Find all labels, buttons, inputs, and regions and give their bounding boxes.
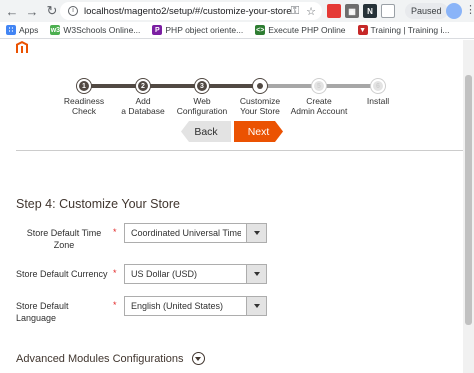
address-bar[interactable]: i localhost/magento2/setup/#/customize-y…	[60, 2, 322, 20]
back-button[interactable]: Back	[181, 121, 231, 142]
bookmark-label: Apps	[19, 25, 39, 35]
currency-label: Store Default Currency	[16, 269, 108, 279]
bookmark-label: Execute PHP Online	[268, 25, 346, 35]
required-marker: *	[113, 300, 117, 310]
bookmark-training[interactable]: ▼ Training | Training i...	[357, 25, 450, 35]
step-4-dot	[253, 79, 267, 93]
extension-square-icon[interactable]	[381, 4, 395, 18]
advanced-modules-section[interactable]: Advanced Modules Configurations	[16, 352, 205, 365]
language-select-value: English (United States)	[131, 301, 224, 311]
address-bar-url: localhost/magento2/setup/#/customize-you…	[84, 6, 292, 17]
training-icon: ▼	[357, 25, 368, 35]
info-icon[interactable]: i	[68, 6, 78, 16]
forward-arrow-icon[interactable]: →	[24, 3, 40, 19]
back-arrow-icon[interactable]: ←	[4, 3, 20, 19]
step-2-dot: 2	[136, 79, 150, 93]
language-select[interactable]: English (United States)	[124, 296, 267, 316]
next-button[interactable]: Next	[234, 121, 283, 142]
bookmark-apps[interactable]: ∷ Apps	[6, 25, 38, 35]
bookmarks-bar: ∷ Apps w3 W3Schools Online... P PHP obje…	[0, 22, 474, 39]
menu-dots-icon[interactable]: ⋮	[465, 3, 474, 16]
page-title: Step 4: Customize Your Store	[16, 197, 180, 211]
timezone-label-line: Zone	[53, 240, 75, 250]
step-6-label: Install	[343, 96, 413, 106]
divider	[16, 150, 463, 151]
language-label: Store Default Language	[16, 301, 69, 323]
w3schools-icon: w3	[50, 25, 61, 35]
currency-select[interactable]: US Dollar (USD)	[124, 264, 267, 284]
currency-select-value: US Dollar (USD)	[131, 269, 198, 279]
step-5-dot: 5	[312, 79, 326, 93]
required-marker: *	[113, 268, 117, 278]
page-viewport: 1 2 3 5 6 Readiness Check Add a Database…	[0, 40, 463, 373]
star-icon[interactable]: ☆	[304, 4, 318, 18]
step-label-line: Install	[366, 96, 390, 106]
dropdown-arrow-icon[interactable]	[246, 297, 266, 315]
timezone-label: Store Default Time Zone	[20, 227, 108, 251]
bookmark-php[interactable]: P PHP object oriente...	[152, 25, 243, 35]
apps-grid-icon: ∷	[6, 25, 16, 35]
extension-grid-icon[interactable]: ▦	[345, 4, 359, 18]
browser-toolbar: ← → ↻ i localhost/magento2/setup/#/custo…	[0, 0, 474, 22]
code-icon: <>	[255, 25, 266, 35]
step-6-dot: 6	[371, 79, 385, 93]
dropdown-arrow-icon[interactable]	[246, 224, 266, 242]
step-3-dot: 3	[195, 79, 209, 93]
url-host: localhost	[84, 5, 122, 17]
scrollbar-thumb[interactable]	[465, 75, 472, 325]
bookmark-w3schools[interactable]: w3 W3Schools Online...	[50, 25, 140, 35]
reload-icon[interactable]: ↻	[44, 3, 60, 19]
profile-status-button[interactable]: Paused	[405, 3, 448, 19]
magento-logo-icon	[16, 41, 28, 53]
step-1-dot: 1	[77, 79, 91, 93]
avatar[interactable]	[446, 3, 462, 19]
timezone-select-value: Coordinated Universal Time (	[131, 228, 241, 238]
extension-red-icon[interactable]	[327, 4, 341, 18]
required-marker: *	[113, 227, 117, 237]
bookmark-execute-php[interactable]: <> Execute PHP Online	[255, 25, 346, 35]
chevron-down-icon[interactable]	[191, 352, 205, 365]
bookmark-label: W3Schools Online...	[63, 25, 141, 35]
url-path: /magento2/setup/#/customize-your-store	[121, 5, 292, 17]
extension-n-icon[interactable]: N	[363, 4, 377, 18]
dropdown-arrow-icon[interactable]	[246, 265, 266, 283]
bookmark-label: PHP object oriente...	[165, 25, 244, 35]
timezone-select[interactable]: Coordinated Universal Time (	[124, 223, 267, 243]
key-icon[interactable]: ⚿	[288, 4, 302, 18]
step-label-line: Admin Account	[290, 106, 348, 116]
browser-window: ← → ↻ i localhost/magento2/setup/#/custo…	[0, 0, 474, 373]
progress-track-done	[84, 84, 260, 88]
advanced-modules-label: Advanced Modules Configurations	[16, 352, 184, 365]
php-icon: P	[152, 25, 163, 35]
bookmark-label: Training | Training i...	[370, 25, 450, 35]
timezone-label-line: Store Default Time	[26, 228, 102, 238]
